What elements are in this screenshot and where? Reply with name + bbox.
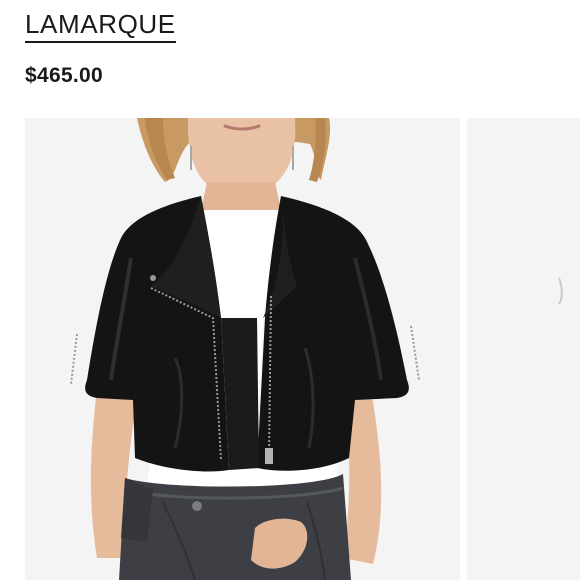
main-product-photo[interactable] — [25, 118, 460, 580]
brand-link[interactable]: LAMARQUE — [25, 8, 176, 43]
product-price: $465.00 — [25, 64, 104, 87]
next-product-photo[interactable] — [467, 118, 580, 580]
product-image-gallery — [25, 118, 580, 580]
next-photo-illustration — [467, 118, 580, 580]
jacket-photo-illustration — [25, 118, 460, 580]
cropped-header-text — [0, 0, 580, 8]
